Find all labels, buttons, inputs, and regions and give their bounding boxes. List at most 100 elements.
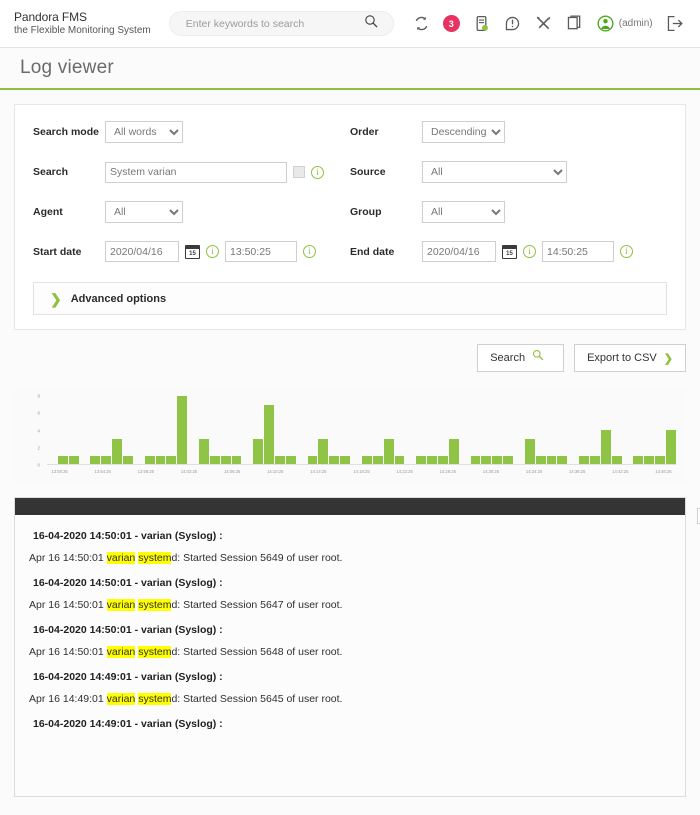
search-input[interactable] (183, 16, 364, 31)
copy-icon[interactable] (565, 14, 584, 33)
chart-bar (470, 455, 481, 464)
chart-x-tick: 13:54:25 (94, 469, 111, 474)
tools-icon[interactable] (534, 14, 553, 33)
chart-bar (307, 455, 318, 464)
end-time-input[interactable] (542, 241, 614, 262)
start-time-info-icon[interactable]: i (303, 245, 316, 258)
chart-y-tick: 0 (37, 462, 40, 468)
chart-bar (101, 455, 112, 464)
filter-form: Search mode All words Order Descending S… (33, 121, 667, 262)
log-message-suffix: d: Started Session 5648 of user root. (171, 646, 343, 658)
agent-select[interactable]: All (105, 201, 183, 223)
server-icon[interactable] (472, 14, 491, 33)
chart-bar (123, 455, 133, 464)
warning-icon[interactable] (503, 14, 522, 33)
header-icon-bar: 3 (admin) (412, 14, 684, 33)
chart-bar (68, 455, 79, 464)
search-exact-checkbox[interactable] (293, 166, 305, 178)
chart-bar (177, 396, 188, 464)
chart-bar (524, 438, 535, 464)
source-label: Source (350, 166, 386, 178)
end-date-input[interactable] (422, 241, 496, 262)
search-icon[interactable] (364, 14, 383, 33)
start-date-info-icon[interactable]: i (206, 245, 219, 258)
log-message-prefix: Apr 16 14:50:01 (29, 599, 107, 611)
order-select[interactable]: Descending (422, 121, 505, 143)
agent-label: Agent (33, 206, 63, 218)
results-header-bar (15, 498, 685, 515)
brand-tagline: the Flexible Monitoring System (14, 24, 151, 36)
chart-bar (579, 455, 589, 464)
search-term-input[interactable] (105, 161, 287, 183)
log-histogram-chart: 0 2 4 6 8 13:50:25 13:54:25 13:58:25 14:02:25 14… (14, 388, 686, 483)
end-date-info-icon[interactable]: i (523, 245, 536, 258)
chart-x-tick: 14:18:25 (353, 469, 370, 474)
source-select[interactable]: All (422, 161, 567, 183)
user-menu[interactable]: (admin) (596, 14, 653, 33)
end-date-calendar-icon[interactable]: 15 (502, 244, 517, 259)
chart-x-tick: 14:22:25 (396, 469, 413, 474)
alert-badge[interactable]: 3 (442, 15, 460, 32)
chart-bar (253, 438, 264, 464)
chart-y-tick: 8 (37, 393, 40, 399)
chart-x-tick: 14:06:25 (223, 469, 241, 474)
global-search[interactable] (168, 11, 394, 36)
log-highlight-term: varian (106, 599, 136, 611)
filter-panel: Search mode All words Order Descending S… (14, 104, 686, 330)
log-entry: 16-04-2020 14:49:01 - varian (Syslog) : (15, 713, 685, 735)
search-mode-select[interactable]: All words (105, 121, 183, 143)
start-time-input[interactable] (225, 241, 297, 262)
user-avatar-icon[interactable] (596, 14, 615, 33)
chart-bar (557, 455, 568, 464)
log-highlight-term: varian (106, 552, 136, 564)
action-bar: Search Export to CSV ❯ (14, 344, 686, 372)
end-time-info-icon[interactable]: i (620, 245, 633, 258)
log-entry-message: Apr 16 14:50:01 varian systemd: Started … (29, 547, 671, 572)
chart-bar (427, 455, 437, 464)
chart-x-tick: 14:02:25 (180, 469, 198, 474)
start-date-input[interactable] (105, 241, 179, 262)
chart-bar (546, 455, 557, 464)
chart-y-tick: 6 (37, 410, 40, 416)
log-entry: 16-04-2020 14:50:01 - varian (Syslog) : A… (15, 525, 685, 572)
chart-bar (383, 438, 394, 464)
chart-y-axis: 0 2 4 6 8 (14, 393, 44, 468)
chart-bar (655, 455, 665, 464)
group-label: Group (350, 206, 382, 218)
chart-x-tick: 14:34:25 (525, 469, 543, 474)
search-info-icon[interactable]: i (311, 165, 324, 179)
chart-bar (437, 455, 448, 464)
chart-bar (199, 438, 209, 464)
page-title: Log viewer (20, 57, 114, 78)
end-date-label: End date (350, 245, 395, 258)
chart-bar (481, 455, 492, 464)
chart-x-tick: 14:42:25 (612, 469, 629, 474)
log-message-suffix: d: Started Session 5645 of user root. (171, 693, 343, 705)
chart-bar (611, 455, 622, 464)
start-date-label: Start date (33, 245, 82, 258)
chart-bar (264, 404, 275, 464)
chart-bar (209, 455, 220, 464)
chart-bar (112, 438, 123, 464)
advanced-options-toggle[interactable]: ❯ Advanced options (33, 282, 667, 315)
chart-bar (144, 455, 155, 464)
chart-plot-area (47, 396, 676, 465)
refresh-icon[interactable] (412, 14, 431, 33)
log-entry: 16-04-2020 14:49:01 - varian (Syslog) : A… (15, 666, 685, 713)
chart-bar (318, 438, 329, 464)
search-button[interactable]: Search (477, 344, 565, 372)
chart-bar (90, 455, 101, 464)
chart-bar (600, 430, 611, 464)
log-highlight-term: system (138, 646, 172, 658)
chart-bar (448, 438, 459, 464)
chart-y-tick: 4 (37, 428, 40, 433)
chart-bar (394, 455, 405, 464)
log-message-prefix: Apr 16 14:50:01 (29, 552, 107, 564)
log-entry-meta: 16-04-2020 14:50:01 - varian (Syslog) : (33, 624, 223, 636)
log-highlight-term: varian (106, 693, 136, 705)
logout-icon[interactable] (665, 14, 684, 33)
chart-bar (372, 455, 383, 464)
start-date-calendar-icon[interactable]: 15 (185, 244, 200, 259)
group-select[interactable]: All (422, 201, 505, 223)
export-csv-button[interactable]: Export to CSV ❯ (574, 344, 686, 372)
